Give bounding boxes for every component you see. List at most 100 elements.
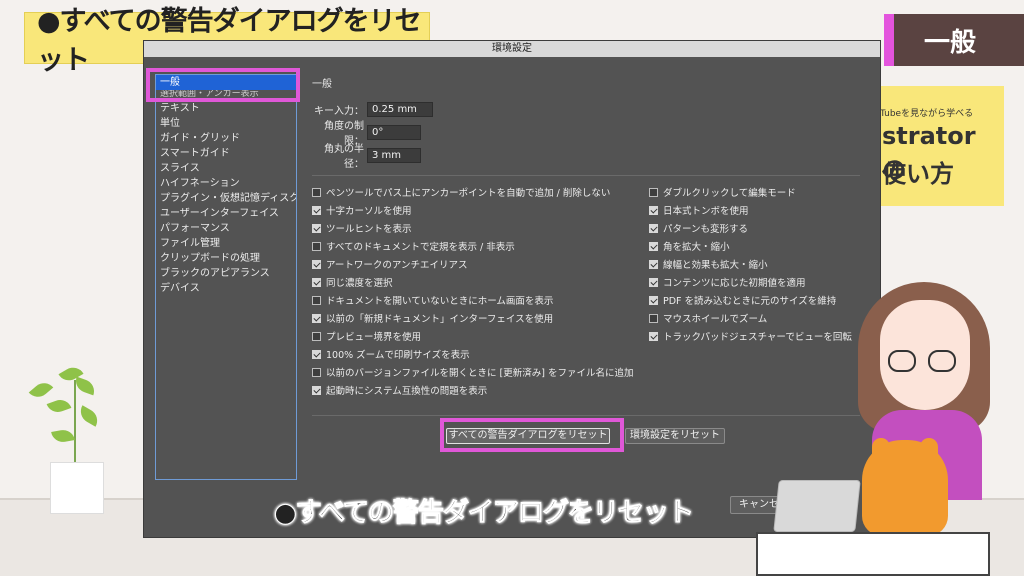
checkbox-label: 同じ濃度を選択 <box>326 278 393 289</box>
sidebar-item-units[interactable]: 単位 <box>156 116 296 131</box>
sidebar-item-text[interactable]: テキスト <box>156 101 296 116</box>
sidebar-item-devices[interactable]: デバイス <box>156 281 296 296</box>
checkbox-box[interactable] <box>649 313 658 323</box>
checkbox-box[interactable] <box>649 295 658 305</box>
checkbox-label: 100% ズームで印刷サイズを表示 <box>326 350 470 361</box>
sidebar-item-performance[interactable]: パフォーマンス <box>156 221 296 236</box>
subtitle-caption: ●すべての警告ダイアログをリセット <box>274 498 695 529</box>
sidebar-item-user-interface[interactable]: ユーザーインターフェイス <box>156 206 296 221</box>
checkbox-print-size-100[interactable]: 100% ズームで印刷サイズを表示 <box>312 347 470 361</box>
checkbox-japanese-crop-marks[interactable]: 日本式トンボを使用 <box>649 203 749 217</box>
radius-label: 角丸の半径： <box>324 144 364 170</box>
checkbox-label: ペンツールでパス上にアンカーポイントを自動で追加 / 削除しない <box>326 188 611 199</box>
checkbox-scale-corners[interactable]: 角を拡大・縮小 <box>649 239 730 253</box>
checkbox-append-converted[interactable]: 以前のバージョンファイルを開くときに [更新済み] をファイル名に追加 <box>312 365 633 379</box>
checkbox-content-aware-defaults[interactable]: コンテンツに応じた初期値を適用 <box>649 275 806 289</box>
checkbox-box[interactable] <box>649 277 658 287</box>
key-input-label: キー入力： <box>314 105 364 117</box>
checkbox-box[interactable] <box>649 205 658 215</box>
plant-leaf <box>46 396 72 416</box>
checkbox-tooltips[interactable]: ツールヒントを表示 <box>312 221 412 235</box>
plant-stem <box>74 380 76 464</box>
sidebar-item-hyphenation[interactable]: ハイフネーション <box>156 176 296 191</box>
checkbox-box[interactable] <box>312 241 321 251</box>
checkbox-trackpad-rotate[interactable]: トラックパッドジェスチャーでビューを回転 <box>649 329 852 343</box>
checkbox-label: パターンも変形する <box>663 224 749 235</box>
checkbox-box[interactable] <box>649 223 658 233</box>
sidebar-item-clipboard[interactable]: クリップボードの処理 <box>156 251 296 266</box>
mascot-character <box>862 440 948 536</box>
checkbox-pen-auto-add[interactable]: ペンツールでパス上にアンカーポイントを自動で追加 / 削除しない <box>312 185 610 199</box>
section-tag: 一般 <box>884 14 1024 66</box>
glasses-icon <box>928 350 956 372</box>
checkbox-label: アートワークのアンチエイリアス <box>326 260 468 271</box>
checkbox-box[interactable] <box>649 331 658 341</box>
checkbox-double-click-isolate[interactable]: ダブルクリックして編集モード <box>649 185 796 199</box>
sidebar-item-plugins-scratch[interactable]: プラグイン・仮想記憶ディスク <box>156 191 296 206</box>
checkbox-system-compat[interactable]: 起動時にシステム互換性の問題を表示 <box>312 383 487 397</box>
separator-top <box>312 175 860 176</box>
plant-leaf <box>72 376 98 396</box>
checkbox-select-same-tint[interactable]: 同じ濃度を選択 <box>312 275 393 289</box>
plant-leaf <box>76 405 102 427</box>
checkbox-box[interactable] <box>312 223 321 233</box>
checkbox-box[interactable] <box>312 277 321 287</box>
book-title-line2: 使い方 <box>882 160 954 188</box>
sidebar-item-smart-guides[interactable]: スマートガイド <box>156 146 296 161</box>
checkbox-box[interactable] <box>649 241 658 251</box>
checkbox-home-screen[interactable]: ドキュメントを開いていないときにホーム画面を表示 <box>312 293 553 307</box>
checkbox-box[interactable] <box>312 367 321 377</box>
checkbox-legacy-new-doc[interactable]: 以前の「新規ドキュメント」インターフェイスを使用 <box>312 311 553 325</box>
checkbox-box[interactable] <box>312 187 321 197</box>
checkbox-rulers-all-docs[interactable]: すべてのドキュメントで定規を表示 / 非表示 <box>312 239 515 253</box>
checkbox-box[interactable] <box>312 295 321 305</box>
checkbox-label: マウスホイールでズーム <box>663 314 768 325</box>
checkbox-box[interactable] <box>649 187 658 197</box>
angle-field[interactable]: 0° <box>367 124 421 140</box>
sidebar-item-black-appearance[interactable]: ブラックのアピアランス <box>156 266 296 281</box>
key-input-row: キー入力： 0.25 mm <box>314 101 433 117</box>
sidebar-item-selection[interactable]: 選択範囲・アンカー表示 <box>156 90 296 101</box>
checkbox-box[interactable] <box>312 205 321 215</box>
plant-leaf <box>28 378 54 402</box>
dialog-title: 環境設定 <box>144 41 880 57</box>
preferences-sidebar[interactable]: 一般 選択範囲・アンカー表示 テキスト 単位 ガイド・グリッド スマートガイド … <box>155 74 297 480</box>
book-card: Tubeを見ながら学べる strator の 使い方 <box>880 86 1004 206</box>
checkbox-label: トラックパッドジェスチャーでビューを回転 <box>663 332 852 343</box>
radius-row: 角丸の半径： 3 mm <box>310 144 421 170</box>
checkbox-box[interactable] <box>312 349 321 359</box>
checkbox-box[interactable] <box>312 259 321 269</box>
sidebar-item-guides-grid[interactable]: ガイド・グリッド <box>156 131 296 146</box>
radius-field[interactable]: 3 mm <box>367 147 421 163</box>
checkbox-anti-aliased[interactable]: アートワークのアンチエイリアス <box>312 257 468 271</box>
checkbox-box[interactable] <box>312 385 321 395</box>
checkbox-transform-patterns[interactable]: パターンも変形する <box>649 221 748 235</box>
checkbox-box[interactable] <box>649 259 658 269</box>
checkbox-label: 起動時にシステム互換性の問題を表示 <box>326 386 488 397</box>
checkbox-label: PDF を読み込むときに元のサイズを維持 <box>663 296 837 307</box>
checkbox-label: 日本式トンボを使用 <box>663 206 749 217</box>
desk <box>756 532 990 576</box>
preferences-dialog: 環境設定 一般 選択範囲・アンカー表示 テキスト 単位 ガイド・グリッド スマー… <box>143 40 881 538</box>
checkbox-preview-bounds[interactable]: プレビュー境界を使用 <box>312 329 421 343</box>
sidebar-item-general[interactable]: 一般 <box>156 75 296 90</box>
angle-row: 角度の制限： 0° <box>310 121 421 147</box>
checkbox-label: コンテンツに応じた初期値を適用 <box>663 278 806 289</box>
reset-preferences-button[interactable]: 環境設定をリセット <box>625 428 725 444</box>
checkbox-scale-strokes[interactable]: 線幅と効果も拡大・縮小 <box>649 257 768 271</box>
checkbox-scroll-zoom[interactable]: マウスホイールでズーム <box>649 311 767 325</box>
glasses-icon <box>888 350 916 372</box>
checkbox-pdf-original-size[interactable]: PDF を読み込むときに元のサイズを維持 <box>649 293 836 307</box>
sidebar-item-file-handling[interactable]: ファイル管理 <box>156 236 296 251</box>
checkbox-box[interactable] <box>312 331 321 341</box>
plant-pot <box>50 462 104 514</box>
laptop-icon <box>773 480 861 532</box>
checkbox-precise-cursors[interactable]: 十字カーソルを使用 <box>312 203 412 217</box>
checkbox-label: 十字カーソルを使用 <box>326 206 412 217</box>
checkbox-box[interactable] <box>312 313 321 323</box>
key-input-field[interactable]: 0.25 mm <box>367 101 433 117</box>
reset-warnings-button[interactable]: すべての警告ダイアログをリセット <box>446 428 610 444</box>
checkbox-label: 以前のバージョンファイルを開くときに [更新済み] をファイル名に追加 <box>326 368 634 379</box>
book-subtitle: Tubeを見ながら学べる <box>880 109 974 119</box>
sidebar-item-slices[interactable]: スライス <box>156 161 296 176</box>
